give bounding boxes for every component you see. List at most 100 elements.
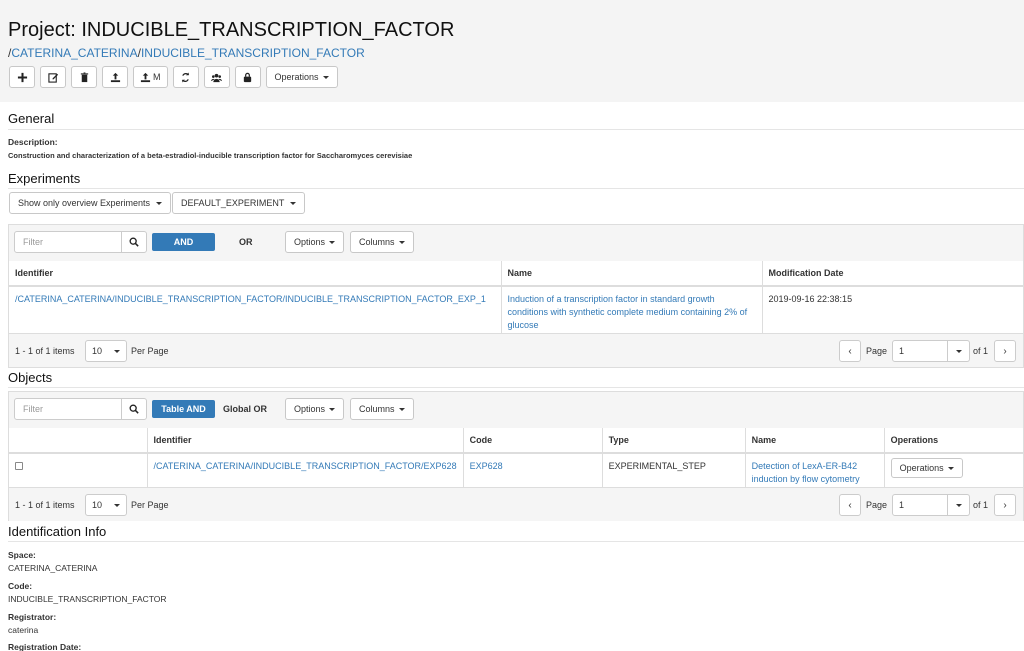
per-page-select[interactable]: 10 <box>85 340 127 362</box>
code-value: INDUCIBLE_TRANSCRIPTION_FACTOR <box>8 594 167 604</box>
per-page-select[interactable]: 10 <box>85 494 127 516</box>
next-page-button[interactable]: › <box>994 494 1016 516</box>
column-header-modification-date[interactable]: Modification Date <box>762 261 1023 287</box>
row-checkbox[interactable] <box>15 462 23 470</box>
chevron-down-icon <box>329 240 336 244</box>
refresh-button[interactable] <box>172 66 199 88</box>
search-icon <box>129 237 139 247</box>
upload-multiple-icon <box>140 72 151 82</box>
experiment-modification-date: 2019-09-16 22:38:15 <box>768 294 853 304</box>
show-overview-experiments-dropdown[interactable]: Show only overview Experiments <box>9 192 172 214</box>
edit-button[interactable] <box>40 66 66 88</box>
chevron-down-icon <box>955 349 962 353</box>
per-page-value: 10 <box>92 500 103 510</box>
operations-dropdown[interactable]: Operations <box>265 66 338 88</box>
experiments-table: Identifier Name Modification Date /CATER… <box>9 261 1023 338</box>
upload-icon <box>110 72 120 82</box>
chevron-down-icon <box>322 75 329 79</box>
delete-button[interactable] <box>71 66 97 88</box>
divider <box>8 541 1024 542</box>
trash-icon <box>80 71 88 82</box>
experiment-type-dropdown[interactable]: DEFAULT_EXPERIMENT <box>172 192 306 214</box>
registrator-value: caterina <box>8 625 39 635</box>
column-header-operations: Operations <box>884 428 1023 454</box>
next-page-button[interactable]: › <box>994 340 1016 362</box>
code-label: Code: <box>8 581 33 591</box>
column-header-name[interactable]: Name <box>501 261 763 287</box>
row-operations-dropdown[interactable]: Operations <box>890 458 963 478</box>
page-dropdown[interactable] <box>948 340 970 362</box>
operations-label: Operations <box>274 72 319 82</box>
options-dropdown[interactable]: Options <box>285 231 345 253</box>
upload-multiple-label: M <box>153 72 161 82</box>
show-overview-label: Show only overview Experiments <box>18 198 151 208</box>
object-identifier-link[interactable]: /CATERINA_CATERINA/INDUCIBLE_TRANSCRIPTI… <box>154 461 457 471</box>
experiments-grid: Filter AND OR Options Columns Identifier… <box>8 224 1024 368</box>
plus-icon <box>17 72 27 82</box>
experiment-type-label: DEFAULT_EXPERIMENT <box>181 198 285 208</box>
columns-dropdown[interactable]: Columns <box>350 398 414 420</box>
object-code-link[interactable]: EXP628 <box>470 461 503 471</box>
objects-grid: Filter Table AND Global OR Options Colum… <box>8 391 1024 521</box>
column-header-type[interactable]: Type <box>602 428 746 454</box>
table-row: /CATERINA_CATERINA/INDUCIBLE_TRANSCRIPTI… <box>9 286 1023 338</box>
per-page-label: Per Page <box>131 346 169 356</box>
column-header-identifier[interactable]: Identifier <box>147 428 464 454</box>
column-header-identifier[interactable]: Identifier <box>9 261 502 287</box>
chevron-down-icon <box>947 466 954 470</box>
options-label: Options <box>294 237 326 247</box>
breadcrumb-project-link[interactable]: INDUCIBLE_TRANSCRIPTION_FACTOR <box>141 46 365 60</box>
previous-page-button[interactable]: ‹ <box>839 340 861 362</box>
objects-grid-toolbar: Filter Table AND Global OR Options Colum… <box>9 392 1023 429</box>
chevron-down-icon <box>290 201 297 205</box>
page-input[interactable]: 1 <box>892 340 948 362</box>
options-label: Options <box>294 404 326 414</box>
columns-label: Columns <box>359 404 395 414</box>
objects-search-button[interactable] <box>121 398 147 420</box>
and-filter-button[interactable]: AND <box>152 233 215 251</box>
description-label: Description: <box>8 137 58 147</box>
experiments-search-button[interactable] <box>121 231 147 253</box>
experiment-identifier-link[interactable]: /CATERINA_CATERINA/INDUCIBLE_TRANSCRIPTI… <box>15 294 486 304</box>
experiment-name-link[interactable]: Induction of a transcription factor in s… <box>508 294 748 330</box>
experiments-filter-input[interactable]: Filter <box>14 231 122 253</box>
project-toolbar: M Operations <box>9 66 338 88</box>
divider <box>8 129 1024 130</box>
objects-filter-input[interactable]: Filter <box>14 398 122 420</box>
column-header-code[interactable]: Code <box>463 428 603 454</box>
description-value: Construction and characterization of a b… <box>8 151 413 160</box>
chevron-down-icon <box>114 350 120 353</box>
or-filter-button[interactable]: OR <box>239 233 253 251</box>
objects-pager: 1 - 1 of 1 items 10 Per Page ‹ Page 1 of… <box>9 487 1023 521</box>
upload-multiple-button[interactable]: M <box>133 66 168 88</box>
registrator-label: Registrator: <box>8 612 57 622</box>
search-icon <box>129 404 139 414</box>
breadcrumb-space-link[interactable]: CATERINA_CATERINA <box>11 46 137 60</box>
chevron-down-icon <box>398 407 405 411</box>
upload-button[interactable] <box>102 66 128 88</box>
items-count: 1 - 1 of 1 items <box>15 346 75 356</box>
columns-dropdown[interactable]: Columns <box>350 231 414 253</box>
page-label: Page <box>866 500 888 510</box>
users-icon <box>211 73 222 82</box>
lock-icon <box>243 72 252 82</box>
object-name-link[interactable]: Detection of LexA-ER-B42 induction by fl… <box>752 461 860 484</box>
page-input[interactable]: 1 <box>892 494 948 516</box>
chevron-down-icon <box>156 201 163 205</box>
column-header-name[interactable]: Name <box>745 428 885 454</box>
page-of-text: of 1 <box>973 500 989 510</box>
table-and-button[interactable]: Table AND <box>152 400 215 418</box>
page-label: Page <box>866 346 888 356</box>
column-header-select <box>9 428 148 454</box>
refresh-icon <box>181 71 190 83</box>
identification-heading: Identification Info <box>8 524 107 539</box>
users-button[interactable] <box>203 66 230 88</box>
lock-button[interactable] <box>234 66 261 88</box>
page-dropdown[interactable] <box>948 494 970 516</box>
per-page-label: Per Page <box>131 500 169 510</box>
new-button[interactable] <box>9 66 35 88</box>
options-dropdown[interactable]: Options <box>285 398 345 420</box>
global-or-button[interactable]: Global OR <box>223 400 267 418</box>
experiments-heading: Experiments <box>8 171 81 186</box>
previous-page-button[interactable]: ‹ <box>839 494 861 516</box>
